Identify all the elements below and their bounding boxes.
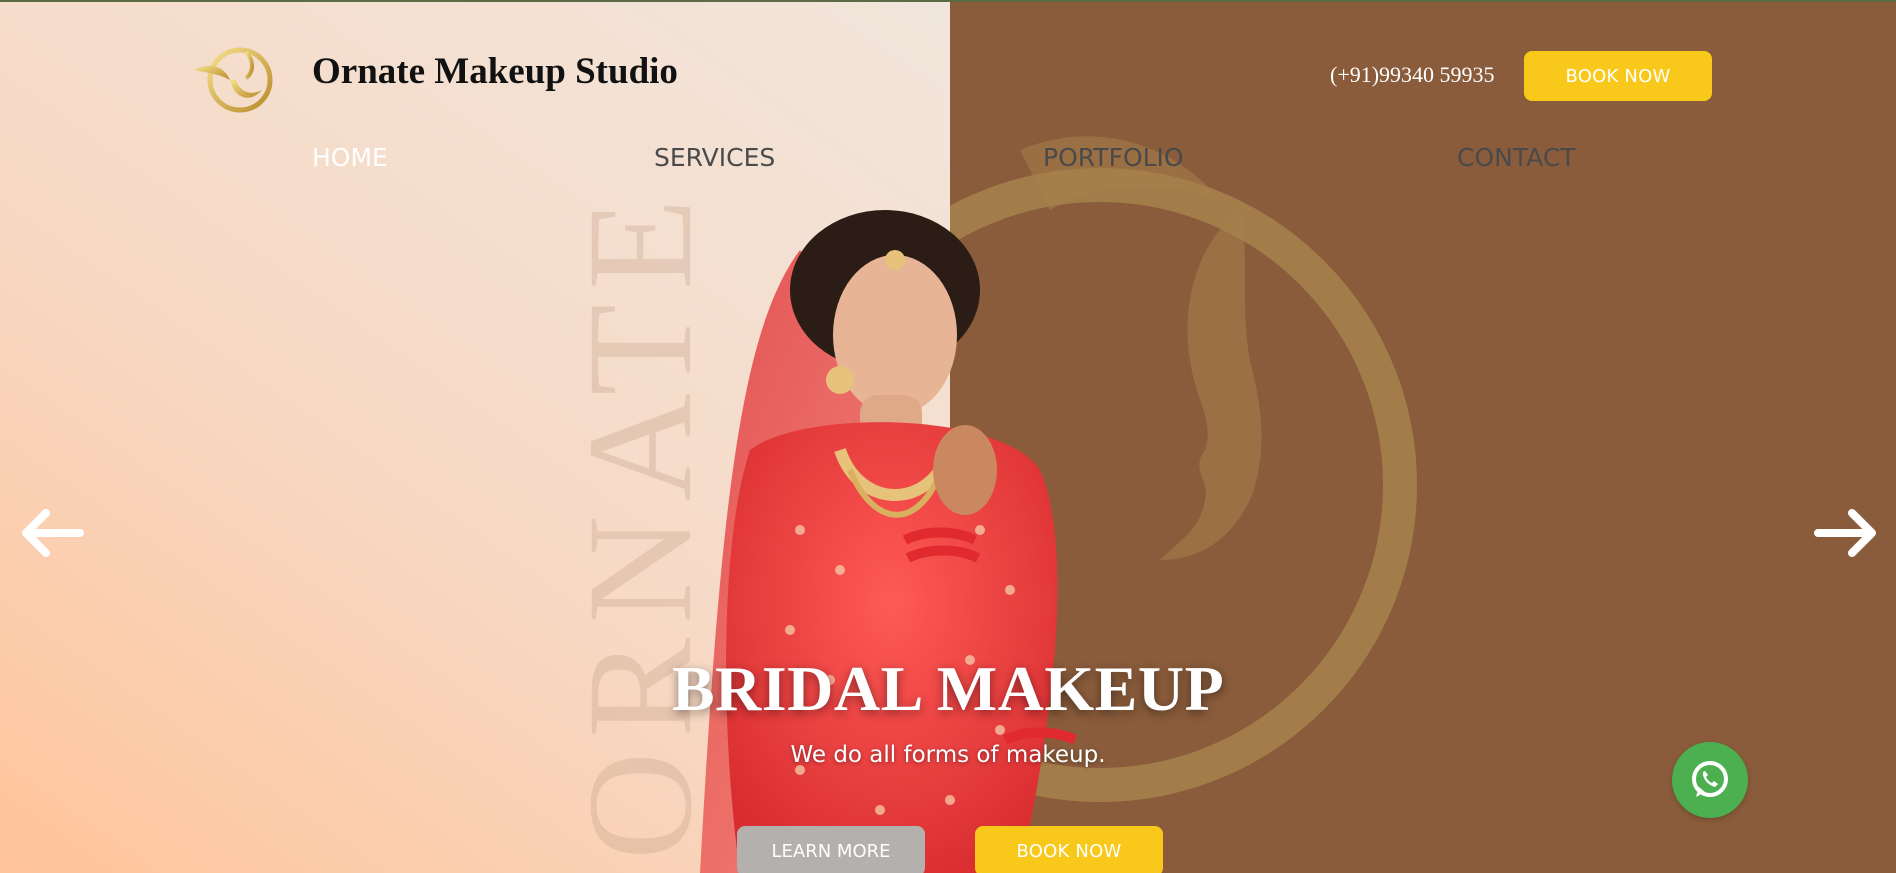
nav-contact[interactable]: CONTACT	[1457, 143, 1576, 172]
nav-services[interactable]: SERVICES	[654, 143, 775, 172]
whatsapp-chat-button[interactable]	[1672, 742, 1748, 818]
phone-number[interactable]: (+91)99340 59935	[1330, 62, 1495, 88]
arrow-right-icon[interactable]	[1812, 505, 1882, 561]
ornate-logo-icon[interactable]	[190, 40, 282, 120]
bride-portrait-image	[700, 210, 1078, 873]
arrow-left-icon[interactable]	[16, 505, 86, 561]
header-book-now-button[interactable]: BOOK NOW	[1524, 51, 1712, 101]
hero-title: BRIDAL MAKEUP	[671, 653, 1225, 724]
nav-portfolio[interactable]: PORTFOLIO	[1043, 143, 1184, 172]
hero-book-now-button[interactable]: BOOK NOW	[975, 826, 1163, 873]
top-border	[0, 0, 1896, 2]
nav-home[interactable]: HOME	[312, 143, 388, 172]
hero-slider: ORNATE Ornate Makeup Studio (+91)99340 5…	[0, 0, 1896, 873]
whatsapp-icon	[1692, 761, 1728, 797]
brand-name[interactable]: Ornate Makeup Studio	[312, 50, 678, 93]
learn-more-button[interactable]: LEARN MORE	[737, 826, 925, 873]
hero-subtitle: We do all forms of makeup.	[790, 742, 1106, 768]
